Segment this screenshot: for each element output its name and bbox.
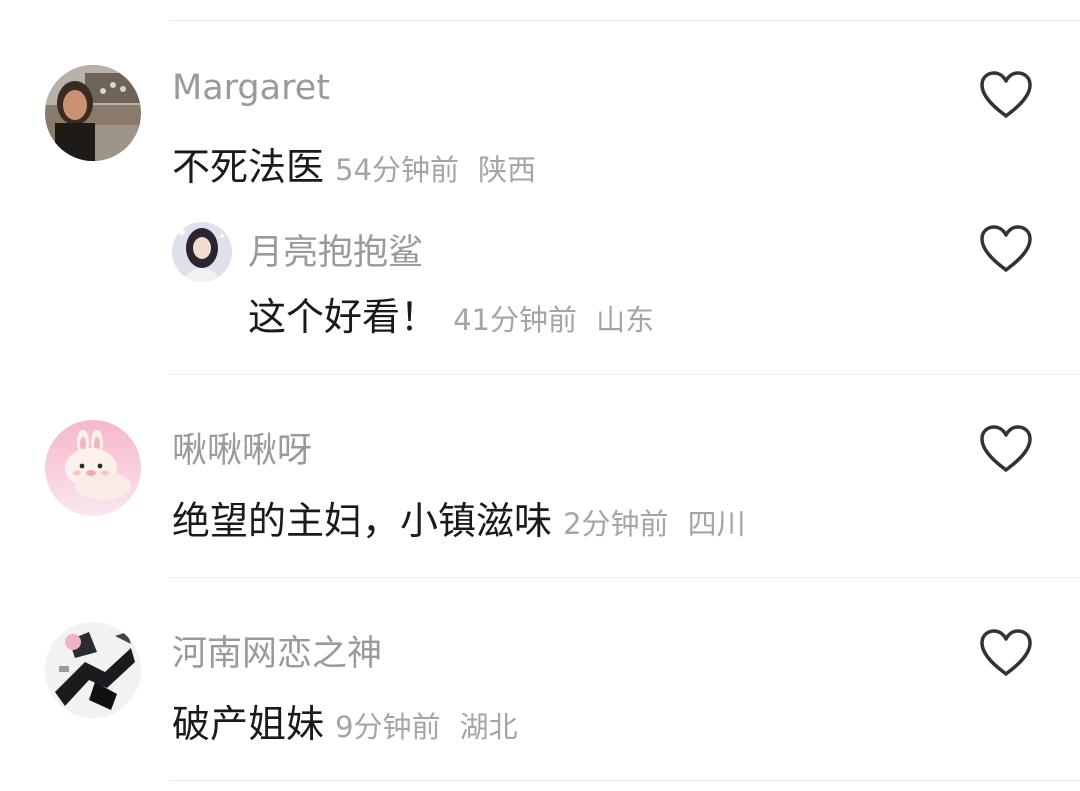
- like-button[interactable]: [978, 70, 1034, 120]
- comment-username[interactable]: 啾啾啾呀: [172, 422, 312, 473]
- comment-time: 9分钟前: [335, 710, 441, 744]
- divider: [170, 374, 1080, 375]
- comment-time: 54分钟前: [335, 153, 460, 187]
- heart-outline-icon: [980, 425, 1032, 472]
- avatar[interactable]: [45, 65, 141, 161]
- comment-location: 陕西: [478, 153, 537, 187]
- reply-username[interactable]: 月亮抱抱鲨: [248, 224, 423, 275]
- comment-body: 破产姐妹 9分钟前 湖北: [172, 693, 518, 748]
- comment-text: 破产姐妹: [172, 702, 325, 746]
- comment-username[interactable]: 河南网恋之神: [172, 625, 382, 676]
- heart-outline-icon: [980, 71, 1032, 118]
- comment-text: 绝望的主妇，小镇滋味: [172, 499, 553, 543]
- comment-text: 不死法医: [172, 145, 325, 189]
- avatar-image: [172, 222, 232, 282]
- comment-username[interactable]: Margaret: [172, 68, 330, 108]
- heart-outline-icon: [980, 225, 1032, 272]
- avatar[interactable]: [45, 622, 141, 718]
- divider: [170, 780, 1080, 781]
- like-button[interactable]: [978, 424, 1034, 474]
- reply-like-button[interactable]: [978, 224, 1034, 274]
- avatar-image: [45, 622, 141, 718]
- reply-avatar[interactable]: [172, 222, 232, 282]
- like-button[interactable]: [978, 628, 1034, 678]
- comment-body: 不死法医 54分钟前 陕西: [172, 136, 536, 191]
- reply-body: 这个好看！ 41分钟前 山东: [248, 286, 654, 341]
- comment-time: 2分钟前: [563, 507, 669, 541]
- avatar-image: [45, 65, 141, 161]
- reply-text: 这个好看！: [248, 295, 439, 339]
- heart-outline-icon: [980, 629, 1032, 676]
- comment-location: 四川: [687, 507, 746, 541]
- divider: [170, 577, 1080, 578]
- divider-top: [170, 20, 1080, 21]
- reply-location: 山东: [596, 303, 655, 337]
- reply-time: 41分钟前: [453, 303, 578, 337]
- avatar-image: [45, 420, 141, 516]
- comment-body: 绝望的主妇，小镇滋味 2分钟前 四川: [172, 490, 746, 545]
- avatar[interactable]: [45, 420, 141, 516]
- comment-location: 湖北: [459, 710, 518, 744]
